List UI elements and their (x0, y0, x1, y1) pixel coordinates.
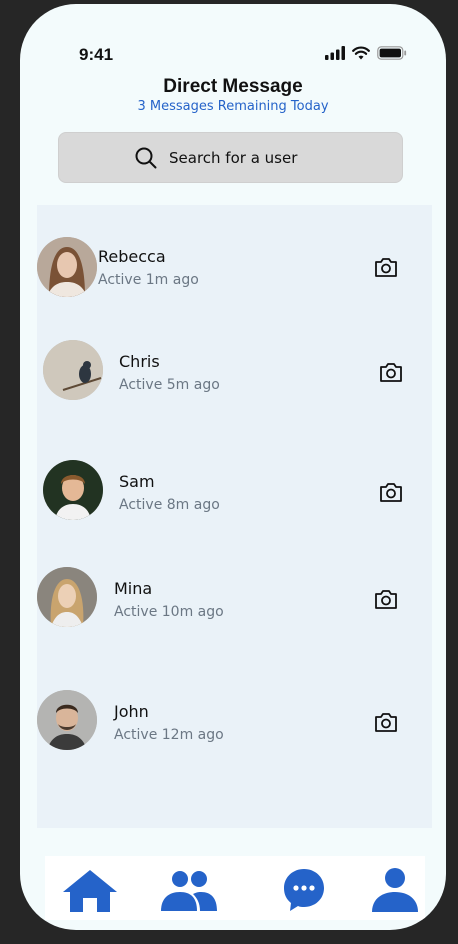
status-icons (325, 46, 425, 60)
page-title: Direct Message (163, 76, 303, 97)
contact-name: John (114, 702, 149, 721)
camera-icon[interactable] (374, 588, 398, 610)
chat-icon (284, 869, 324, 911)
contact-name: Sam (119, 472, 155, 491)
nav-home[interactable] (60, 866, 120, 914)
header: Direct Message 3 Messages Remaining Toda… (20, 76, 446, 116)
avatar (43, 460, 103, 520)
camera-icon[interactable] (374, 711, 398, 733)
avatar (37, 690, 97, 750)
search-icon (135, 147, 157, 169)
status-bar: 9:41 (20, 4, 446, 64)
contact-row[interactable]: Sam Active 8m ago (37, 460, 432, 526)
bottom-nav (45, 856, 425, 920)
nav-people[interactable] (159, 866, 219, 914)
camera-icon[interactable] (374, 256, 398, 278)
contact-status: Active 5m ago (119, 377, 220, 393)
wifi-icon (352, 46, 370, 60)
home-icon (63, 870, 117, 912)
contact-row[interactable]: Mina Active 10m ago (37, 567, 432, 633)
contact-status: Active 10m ago (114, 604, 224, 620)
search-input[interactable]: Search for a user (169, 149, 297, 167)
camera-icon[interactable] (379, 481, 403, 503)
contact-row[interactable]: Rebecca Active 1m ago (37, 237, 432, 301)
contact-name: Rebecca (98, 247, 166, 266)
contact-status: Active 8m ago (119, 497, 220, 513)
cellular-signal-icon (325, 46, 345, 60)
contact-row[interactable]: John Active 12m ago (37, 690, 432, 756)
nav-profile[interactable] (365, 866, 425, 914)
contact-name: Chris (119, 352, 160, 371)
contact-status: Active 1m ago (98, 272, 199, 288)
contact-status: Active 12m ago (114, 727, 224, 743)
search-bar[interactable]: Search for a user (58, 132, 403, 183)
avatar (37, 567, 97, 627)
people-icon (161, 871, 217, 911)
contact-list: Rebecca Active 1m ago Chris Active 5m ag… (37, 205, 432, 828)
phone-screen: 9:41 Direct Message 3 Messages Remaining… (20, 4, 446, 930)
contact-name: Mina (114, 579, 153, 598)
battery-icon (377, 46, 407, 60)
camera-icon[interactable] (379, 361, 403, 383)
messages-remaining-text: 3 Messages Remaining Today (137, 99, 329, 114)
profile-icon (372, 868, 418, 912)
avatar (37, 237, 97, 297)
avatar (43, 340, 103, 400)
contact-row[interactable]: Chris Active 5m ago (37, 340, 432, 406)
nav-messages[interactable] (278, 866, 338, 914)
status-time: 9:41 (79, 45, 114, 64)
